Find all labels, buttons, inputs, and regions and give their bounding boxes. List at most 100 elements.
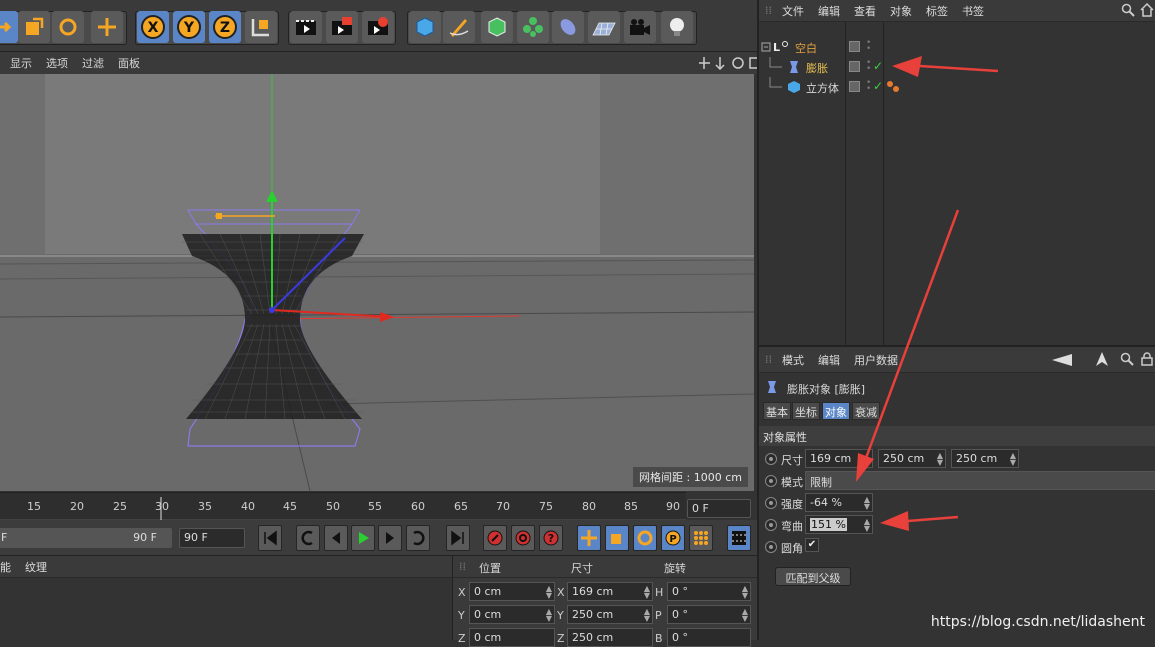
om-menu-object[interactable]: 对象 bbox=[890, 3, 912, 19]
cursor-arrow-icon[interactable] bbox=[1095, 351, 1109, 367]
animate-radio-icon[interactable] bbox=[765, 497, 777, 509]
am-menu-edit[interactable]: 编辑 bbox=[818, 352, 840, 368]
key-parameter-icon[interactable]: P bbox=[661, 525, 685, 551]
render-settings-icon[interactable] bbox=[362, 11, 394, 43]
curvature-input[interactable]: 151 % ▲ ▼ bbox=[805, 515, 873, 534]
rotate-icon[interactable] bbox=[52, 11, 84, 43]
size-y-field[interactable]: 250 cm ▲ ▼ bbox=[567, 605, 653, 624]
size-x-field[interactable]: 169 cm ▲ ▼ bbox=[567, 582, 653, 601]
next-key-icon[interactable] bbox=[406, 525, 430, 551]
coordinate-system-icon[interactable] bbox=[245, 11, 277, 43]
animate-radio-icon[interactable] bbox=[765, 475, 777, 487]
viewport-nav-icons[interactable] bbox=[698, 56, 762, 70]
tab-object[interactable]: 对象 bbox=[822, 402, 850, 420]
key-scale-icon[interactable] bbox=[605, 525, 629, 551]
transform-axis-icon[interactable] bbox=[91, 11, 123, 43]
visibility-dots-icon[interactable]: • • bbox=[866, 39, 871, 54]
range-slider[interactable]: F 90 F bbox=[0, 528, 172, 548]
viewport-menu-options[interactable]: 选项 bbox=[46, 55, 68, 71]
rotation-b-field[interactable]: 0 ° bbox=[667, 628, 751, 647]
cloner-icon[interactable] bbox=[517, 11, 549, 43]
tab-basic[interactable]: 基本 bbox=[763, 402, 791, 420]
animate-radio-icon[interactable] bbox=[765, 519, 777, 531]
tab-falloff[interactable]: 衰减 bbox=[852, 402, 880, 420]
size-z-input[interactable]: 250 cm ▲ ▼ bbox=[951, 449, 1019, 468]
round-checkbox[interactable]: ✔ bbox=[805, 538, 819, 552]
size-x-input[interactable]: 169 cm bbox=[805, 449, 873, 468]
object-row-null[interactable]: L 空白 • • bbox=[759, 37, 1155, 57]
enabled-check-icon[interactable]: ✓ bbox=[873, 79, 883, 93]
search-icon[interactable] bbox=[1121, 3, 1135, 17]
floor-icon[interactable] bbox=[588, 11, 620, 43]
timeline-ruler[interactable]: 15 20 25 30 35 40 45 50 55 60 65 70 75 8… bbox=[0, 492, 686, 521]
key-pla-icon[interactable] bbox=[689, 525, 713, 551]
material-tag-icon[interactable] bbox=[886, 80, 902, 94]
om-menu-bookmarks[interactable]: 书签 bbox=[962, 3, 984, 19]
layer-icon[interactable] bbox=[849, 81, 860, 92]
x-axis-lock-icon[interactable]: X bbox=[137, 11, 169, 43]
animate-radio-icon[interactable] bbox=[765, 453, 777, 465]
size-z-field[interactable]: 250 cm bbox=[567, 628, 653, 647]
am-menu-mode[interactable]: 模式 bbox=[782, 352, 804, 368]
y-axis-lock-icon[interactable]: Y bbox=[173, 11, 205, 43]
om-menu-edit[interactable]: 编辑 bbox=[818, 3, 840, 19]
search-icon[interactable] bbox=[1120, 352, 1134, 366]
enabled-check-icon[interactable]: ✓ bbox=[873, 59, 883, 73]
fit-to-parent-button[interactable]: 匹配到父级 bbox=[775, 567, 851, 586]
layer-icon[interactable] bbox=[849, 41, 860, 52]
goto-end-icon[interactable] bbox=[446, 525, 470, 551]
rotation-p-field[interactable]: 0 ° ▲ ▼ bbox=[667, 605, 751, 624]
back-arrow-icon[interactable] bbox=[1051, 353, 1073, 367]
visibility-dots-icon[interactable]: • • bbox=[866, 79, 871, 94]
rotation-h-field[interactable]: 0 ° ▲ ▼ bbox=[667, 582, 751, 601]
layer-icon[interactable] bbox=[849, 61, 860, 72]
play-icon[interactable] bbox=[351, 525, 375, 551]
om-menu-view[interactable]: 查看 bbox=[854, 3, 876, 19]
render-view-icon[interactable] bbox=[290, 11, 322, 43]
prev-key-icon[interactable] bbox=[296, 525, 320, 551]
camera-icon[interactable] bbox=[624, 11, 656, 43]
viewport-menu-filter[interactable]: 过滤 bbox=[82, 55, 104, 71]
object-row-cube[interactable]: 立方体 • • ✓ bbox=[759, 77, 1155, 97]
render-picture-viewer-icon[interactable] bbox=[326, 11, 358, 43]
am-menu-user-data[interactable]: 用户数据 bbox=[854, 352, 898, 368]
position-y-field[interactable]: 0 cm ▲ ▼ bbox=[469, 605, 555, 624]
cube-icon[interactable] bbox=[409, 11, 441, 43]
next-frame-icon[interactable] bbox=[378, 525, 402, 551]
position-x-field[interactable]: 0 cm ▲ ▼ bbox=[469, 582, 555, 601]
position-z-field[interactable]: 0 cm bbox=[469, 628, 555, 647]
object-row-bulge[interactable]: 膨胀 • • ✓ bbox=[759, 57, 1155, 77]
strength-input[interactable]: -64 % ▲ ▼ bbox=[805, 493, 873, 512]
visibility-dots-icon[interactable]: • • bbox=[866, 59, 871, 74]
lock-icon[interactable] bbox=[1141, 352, 1153, 366]
mode-dropdown[interactable]: 限制 bbox=[805, 471, 1155, 490]
deformer-icon[interactable] bbox=[552, 11, 584, 43]
animate-radio-icon[interactable] bbox=[765, 541, 777, 553]
material-menu-texture[interactable]: 纹理 bbox=[25, 559, 47, 575]
pen-spline-icon[interactable] bbox=[443, 11, 475, 43]
om-menu-file[interactable]: 文件 bbox=[782, 3, 804, 19]
viewport-menu-display[interactable]: 显示 bbox=[10, 55, 32, 71]
prev-frame-icon[interactable] bbox=[324, 525, 348, 551]
keyframe-help-icon[interactable]: ? bbox=[539, 525, 563, 551]
size-y-input[interactable]: 250 cm ▲ ▼ bbox=[878, 449, 946, 468]
subdivision-icon[interactable] bbox=[481, 11, 513, 43]
goto-start-icon[interactable] bbox=[258, 525, 282, 551]
end-frame-field[interactable]: 90 F bbox=[179, 528, 245, 548]
scale-icon[interactable] bbox=[18, 11, 50, 43]
auto-key-icon[interactable] bbox=[511, 525, 535, 551]
home-icon[interactable] bbox=[1140, 3, 1154, 17]
tab-coord[interactable]: 坐标 bbox=[792, 402, 820, 420]
key-position-icon[interactable] bbox=[577, 525, 601, 551]
current-frame-field[interactable]: 0 F bbox=[687, 499, 751, 518]
viewport-menu-panel[interactable]: 面板 bbox=[118, 55, 140, 71]
om-menu-tags[interactable]: 标签 bbox=[926, 3, 948, 19]
material-menu-function[interactable]: 能 bbox=[0, 559, 11, 575]
timeline-window-icon[interactable] bbox=[727, 525, 751, 551]
z-axis-lock-icon[interactable]: Z bbox=[209, 11, 241, 43]
3d-viewport[interactable]: 网格间距 : 1000 cm bbox=[0, 74, 754, 491]
move-arrow-icon[interactable] bbox=[0, 11, 18, 43]
key-rotation-icon[interactable] bbox=[633, 525, 657, 551]
light-icon[interactable] bbox=[661, 11, 693, 43]
record-icon[interactable] bbox=[483, 525, 507, 551]
